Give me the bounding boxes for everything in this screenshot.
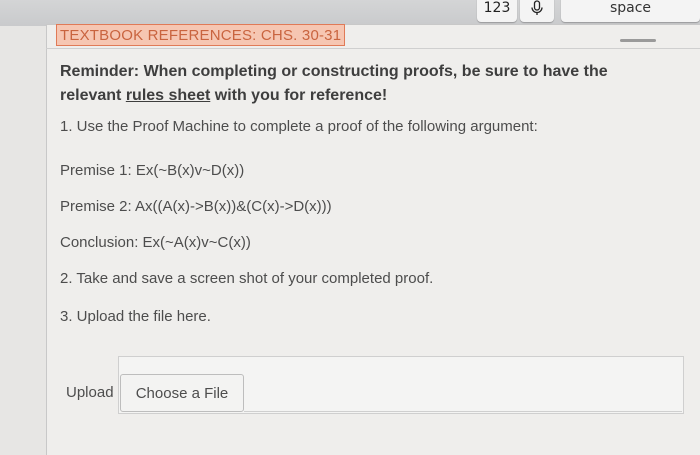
divider — [46, 48, 700, 49]
conclusion-text: Conclusion: Ex(~A(x)v~C(x)) — [60, 234, 251, 251]
space-key[interactable]: space — [561, 0, 700, 22]
upload-label: Upload — [66, 384, 114, 401]
drag-handle — [620, 39, 656, 42]
premise-1-text: Premise 1: Ex(~B(x)v~D(x)) — [60, 162, 245, 179]
step-2-text: 2. Take and save a screen shot of your c… — [60, 270, 434, 287]
reminder-text: Reminder: When completing or constructin… — [60, 60, 660, 108]
reminder-suffix: with you for reference! — [210, 87, 388, 104]
microphone-key[interactable] — [520, 0, 554, 22]
textbook-references-heading: TEXTBOOK REFERENCES: CHS. 30-31 — [56, 24, 346, 46]
choose-file-button[interactable]: Choose a File — [120, 374, 244, 412]
selected-file-display — [244, 374, 682, 412]
premise-2-text: Premise 2: Ax((A(x)->B(x))&(C(x)->D(x))) — [60, 198, 332, 215]
step-3-text: 3. Upload the file here. — [60, 308, 211, 325]
microphone-icon — [531, 0, 543, 15]
step-1-text: 1. Use the Proof Machine to complete a p… — [60, 118, 538, 135]
rules-sheet-link[interactable]: rules sheet — [126, 87, 210, 104]
numbers-key[interactable]: 123 — [477, 0, 517, 22]
